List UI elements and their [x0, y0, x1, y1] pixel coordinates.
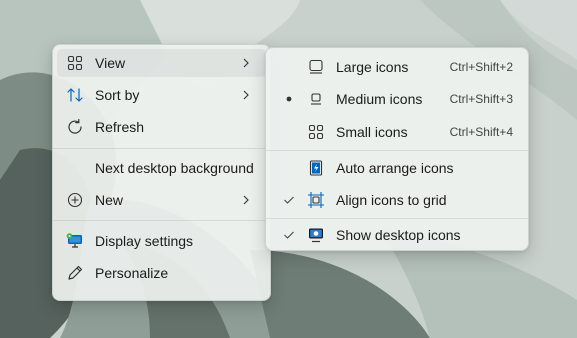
chevron-right-icon [240, 89, 252, 101]
view-submenu: Large icons Ctrl+Shift+2 Medium icons Ct… [265, 47, 529, 251]
submenu-item-label: Large icons [336, 59, 409, 75]
add-icon [65, 190, 85, 210]
menu-item-label: New [95, 192, 124, 208]
menu-item-label: Refresh [95, 119, 145, 135]
sort-icon [65, 85, 85, 105]
menu-item-personalize[interactable]: Personalize [57, 259, 266, 287]
submenu-item-label: Small icons [336, 124, 408, 140]
submenu-item-align-to-grid[interactable]: Align icons to grid [270, 186, 524, 214]
menu-item-new[interactable]: New [57, 186, 266, 214]
submenu-item-small-icons[interactable]: Small icons Ctrl+Shift+4 [270, 118, 524, 146]
desktop-context-menu: View Sort by Refresh Next desktop backgr… [52, 44, 271, 301]
refresh-icon [65, 117, 85, 137]
shortcut-text: Ctrl+Shift+2 [449, 60, 513, 74]
menu-separator [53, 148, 270, 149]
auto-arrange-icon [306, 158, 326, 178]
menu-separator [266, 218, 528, 219]
pen-icon [65, 263, 85, 283]
menu-item-view[interactable]: View [57, 49, 266, 77]
menu-item-sort-by[interactable]: Sort by [57, 81, 266, 109]
checkmark-icon [282, 228, 296, 242]
view-grid-icon [65, 53, 85, 73]
shortcut-text: Ctrl+Shift+4 [449, 125, 513, 139]
menu-item-label: Display settings [95, 233, 194, 249]
display-settings-icon [65, 231, 85, 251]
show-desktop-icon [306, 225, 326, 245]
chevron-right-icon [240, 194, 252, 206]
submenu-item-show-desktop-icons[interactable]: Show desktop icons [270, 221, 524, 249]
submenu-item-auto-arrange[interactable]: Auto arrange icons [270, 154, 524, 182]
align-grid-icon [306, 190, 326, 210]
medium-icons-icon [306, 89, 326, 109]
submenu-item-large-icons[interactable]: Large icons Ctrl+Shift+2 [270, 53, 524, 81]
checkmark-icon [282, 193, 296, 207]
chevron-right-icon [240, 57, 252, 69]
menu-item-label: View [95, 55, 126, 71]
menu-item-label: Personalize [95, 265, 169, 281]
menu-separator [53, 220, 270, 221]
submenu-item-medium-icons[interactable]: Medium icons Ctrl+Shift+3 [270, 85, 524, 113]
menu-item-refresh[interactable]: Refresh [57, 113, 266, 141]
submenu-item-label: Align icons to grid [336, 192, 447, 208]
small-icons-icon [306, 122, 326, 142]
menu-item-display-settings[interactable]: Display settings [57, 227, 266, 255]
submenu-item-label: Show desktop icons [336, 227, 461, 243]
menu-item-next-desktop-background[interactable]: Next desktop background [57, 154, 266, 182]
bullet-icon [282, 92, 296, 106]
submenu-item-label: Medium icons [336, 91, 423, 107]
large-icons-icon [306, 57, 326, 77]
menu-separator [266, 150, 528, 151]
menu-item-label: Sort by [95, 87, 140, 103]
desktop[interactable]: View Sort by Refresh Next desktop backgr… [0, 0, 577, 338]
menu-item-label: Next desktop background [95, 160, 254, 176]
shortcut-text: Ctrl+Shift+3 [449, 92, 513, 106]
submenu-item-label: Auto arrange icons [336, 160, 454, 176]
